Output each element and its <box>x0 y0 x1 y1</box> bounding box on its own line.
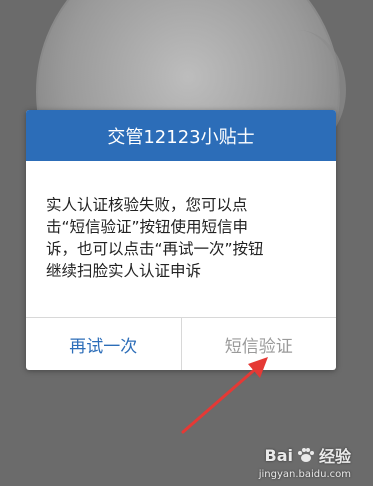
annotation-arrow-icon <box>181 357 268 434</box>
baidu-jingyan-watermark: Bai 经验 jingyan.baidu.com <box>258 443 351 481</box>
watermark-brand-left: Bai <box>264 445 293 465</box>
watermark-brand-right: 经验 <box>318 447 351 466</box>
watermark-url: jingyan.baidu.com <box>258 469 351 480</box>
baidu-paw-icon <box>297 448 314 462</box>
